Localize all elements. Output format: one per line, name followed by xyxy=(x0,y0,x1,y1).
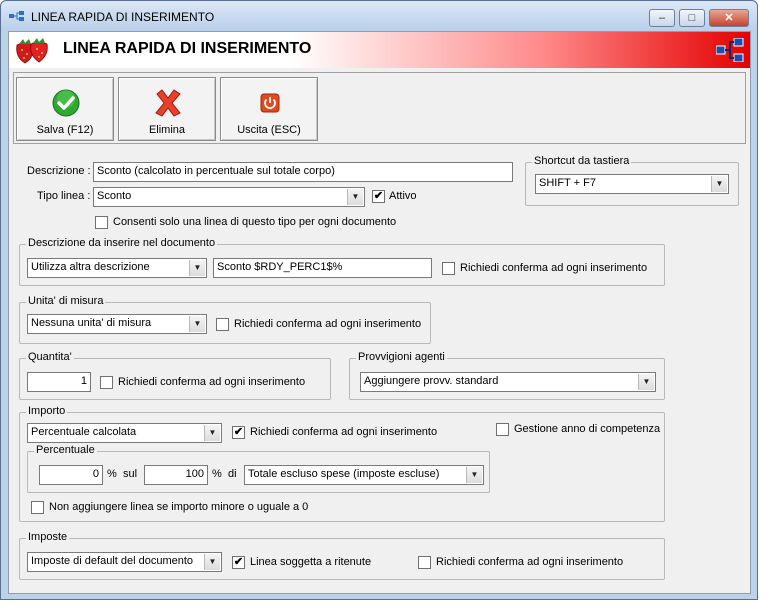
shortcut-value: SHIFT + F7 xyxy=(539,177,596,189)
descrizione-mode-value: Utilizza altra descrizione xyxy=(31,261,150,273)
tipo-linea-label: Tipo linea : xyxy=(37,190,91,202)
chevron-down-icon[interactable]: ▼ xyxy=(711,176,727,192)
attivo-checkbox[interactable]: ✔ xyxy=(372,190,385,203)
percent-symbol: % xyxy=(107,468,117,480)
percentuale-group: Percentuale 0 % sul 100 % di Totale escl… xyxy=(27,444,490,493)
window-title: LINEA RAPIDA DI INSERIMENTO xyxy=(31,10,215,24)
chevron-down-icon[interactable]: ▼ xyxy=(189,316,205,332)
non-aggiungere-label: Non aggiungere linea se importo minore o… xyxy=(49,501,309,513)
quantita-group-label: Quantita' xyxy=(26,351,74,363)
chevron-down-icon[interactable]: ▼ xyxy=(204,425,220,441)
descrizione-input[interactable]: Sconto (calcolato in percentuale sul tot… xyxy=(93,162,513,182)
descrizione-confirm-checkbox[interactable] xyxy=(442,262,455,275)
chevron-down-icon[interactable]: ▼ xyxy=(347,189,363,205)
tipo-linea-select[interactable]: Sconto ▼ xyxy=(93,187,365,207)
header-banner: LINEA RAPIDA DI INSERIMENTO xyxy=(9,32,750,68)
non-aggiungere-checkbox[interactable] xyxy=(31,501,44,514)
anno-competenza-checkbox[interactable] xyxy=(496,423,509,436)
shortcut-group: Shortcut da tastiera SHIFT + F7 ▼ xyxy=(525,155,739,206)
unita-confirm-label: Richiedi conferma ad ogni inserimento xyxy=(234,318,422,330)
delete-button-label: Elimina xyxy=(148,124,186,136)
ritenute-label: Linea soggetta a ritenute xyxy=(250,556,372,568)
base-percent-symbol: % xyxy=(212,468,222,480)
shortcut-group-label: Shortcut da tastiera xyxy=(532,155,632,167)
importo-type-select[interactable]: Percentuale calcolata ▼ xyxy=(27,423,222,443)
exit-button-label: Uscita (ESC) xyxy=(237,124,301,136)
quantita-input[interactable]: 1 xyxy=(27,372,91,392)
quantita-group: Quantita' 1 Richiedi conferma ad ogni in… xyxy=(19,351,331,400)
dialog-client: LINEA RAPIDA DI INSERIMENTO Salva (F12) xyxy=(8,31,751,594)
provvigioni-value: Aggiungere provv. standard xyxy=(364,375,499,387)
green-check-icon xyxy=(52,89,80,117)
chevron-down-icon[interactable]: ▼ xyxy=(204,554,220,570)
ritenute-checkbox[interactable]: ✔ xyxy=(232,556,245,569)
provvigioni-group-label: Provvigioni agenti xyxy=(356,351,447,363)
exit-button[interactable]: Uscita (ESC) xyxy=(220,77,318,141)
unita-confirm-checkbox[interactable] xyxy=(216,318,229,331)
percentuale-group-label: Percentuale xyxy=(34,444,97,456)
descrizione-label: Descrizione : xyxy=(27,165,91,177)
imposte-value: Imposte di default del documento xyxy=(31,555,194,567)
importo-confirm-label: Richiedi conferma ad ogni inserimento xyxy=(250,426,438,438)
percentuale-input[interactable]: 0 xyxy=(39,465,103,485)
descrizione-doc-input[interactable]: Sconto $RDY_PERC1$% xyxy=(213,258,432,278)
base-type-value: Totale escluso spese (imposte escluse) xyxy=(248,468,440,480)
banner-title: LINEA RAPIDA DI INSERIMENTO xyxy=(63,40,312,57)
maximize-button[interactable]: □ xyxy=(679,9,705,27)
importo-group: Importo Percentuale calcolata ▼ ✔ Richie… xyxy=(19,405,665,522)
quantita-confirm-checkbox[interactable] xyxy=(100,376,113,389)
imposte-select[interactable]: Imposte di default del documento ▼ xyxy=(27,552,222,572)
imposte-confirm-checkbox[interactable] xyxy=(418,556,431,569)
minimize-button[interactable]: – xyxy=(649,9,675,27)
imposte-group: Imposte Imposte di default del documento… xyxy=(19,531,665,580)
red-x-icon xyxy=(155,89,181,117)
chevron-down-icon[interactable]: ▼ xyxy=(466,467,482,483)
toolbar: Salva (F12) Elimina Uscita (ESC) xyxy=(13,72,746,144)
save-button[interactable]: Salva (F12) xyxy=(16,77,114,141)
unita-select[interactable]: Nessuna unita' di misura ▼ xyxy=(27,314,207,334)
app-window: LINEA RAPIDA DI INSERIMENTO – □ ✕ LINEA … xyxy=(0,0,758,600)
descrizione-confirm-label: Richiedi conferma ad ogni inserimento xyxy=(460,262,648,274)
unita-value: Nessuna unita' di misura xyxy=(31,317,152,329)
provvigioni-select[interactable]: Aggiungere provv. standard ▼ xyxy=(360,372,656,392)
sul-label: sul xyxy=(123,468,138,480)
tipo-linea-value: Sconto xyxy=(97,190,132,202)
quantita-confirm-label: Richiedi conferma ad ogni inserimento xyxy=(118,376,306,388)
chevron-down-icon[interactable]: ▼ xyxy=(189,260,205,276)
strawberry-icon xyxy=(16,38,48,64)
descrizione-doc-group: Descrizione da inserire nel documento Ut… xyxy=(19,237,665,286)
descrizione-mode-select[interactable]: Utilizza altra descrizione ▼ xyxy=(27,258,207,278)
di-label: di xyxy=(228,468,237,480)
power-icon xyxy=(260,93,280,113)
app-network-icon xyxy=(9,11,24,21)
importo-group-label: Importo xyxy=(26,405,68,417)
base-type-select[interactable]: Totale escluso spese (imposte escluse) ▼ xyxy=(244,465,484,485)
imposte-group-label: Imposte xyxy=(26,531,70,543)
save-button-label: Salva (F12) xyxy=(36,124,94,136)
consenti-label: Consenti solo una linea di questo tipo p… xyxy=(113,216,397,228)
imposte-confirm-label: Richiedi conferma ad ogni inserimento xyxy=(436,556,624,568)
attivo-label: Attivo xyxy=(389,190,417,202)
consenti-checkbox[interactable] xyxy=(95,216,108,229)
base-input[interactable]: 100 xyxy=(144,465,208,485)
anno-competenza-label: Gestione anno di competenza xyxy=(514,423,661,435)
unita-group: Unita' di misura Nessuna unita' di misur… xyxy=(19,295,431,344)
network-tree-icon xyxy=(716,38,744,62)
descrizione-doc-group-label: Descrizione da inserire nel documento xyxy=(26,237,218,249)
importo-type-value: Percentuale calcolata xyxy=(31,426,137,438)
provvigioni-group: Provvigioni agenti Aggiungere provv. sta… xyxy=(349,351,665,400)
shortcut-select[interactable]: SHIFT + F7 ▼ xyxy=(535,174,729,194)
close-button[interactable]: ✕ xyxy=(709,9,749,27)
unita-group-label: Unita' di misura xyxy=(26,295,106,307)
importo-confirm-checkbox[interactable]: ✔ xyxy=(232,426,245,439)
delete-button[interactable]: Elimina xyxy=(118,77,216,141)
chevron-down-icon[interactable]: ▼ xyxy=(638,374,654,390)
title-bar[interactable]: LINEA RAPIDA DI INSERIMENTO – □ ✕ xyxy=(1,1,757,31)
